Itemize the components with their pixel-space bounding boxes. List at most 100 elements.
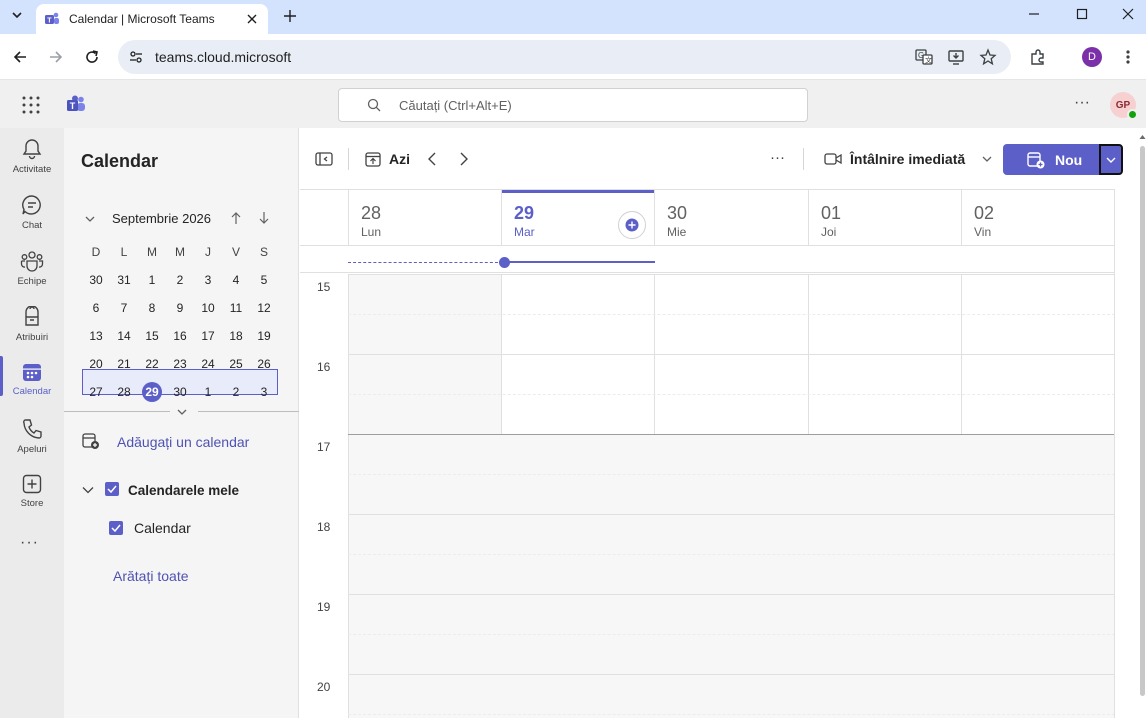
search-box[interactable]: Căutați (Ctrl+Alt+E)	[338, 88, 808, 122]
browser-profile-avatar[interactable]: D	[1082, 47, 1102, 67]
rail-item-assignments[interactable]: Atribuiri	[0, 296, 64, 352]
video-camera-icon[interactable]	[824, 150, 842, 168]
my-calendars-label[interactable]: Calendarele mele	[128, 483, 239, 498]
mini-calendar-day[interactable]: 1	[138, 266, 166, 294]
new-meeting-button[interactable]: Nou	[1003, 144, 1099, 175]
mini-calendar-day[interactable]: 7	[110, 294, 138, 322]
more-apps-icon[interactable]: ···	[20, 534, 39, 552]
next-week-chevron-icon[interactable]	[455, 150, 473, 168]
tab-search-chevron-icon[interactable]	[6, 4, 28, 26]
forward-icon[interactable]	[44, 45, 68, 69]
add-event-button[interactable]	[618, 211, 646, 239]
mini-calendar-day[interactable]: 10	[194, 294, 222, 322]
collapse-mini-calendar-chevron-icon[interactable]	[84, 213, 96, 225]
add-calendar-link[interactable]: Adăugați un calendar	[117, 434, 249, 450]
new-meeting-dropdown[interactable]	[1099, 144, 1123, 175]
mini-calendar-day[interactable]: 1	[194, 378, 222, 406]
settings-more-icon[interactable]: ···	[1072, 94, 1092, 114]
mini-calendar-day[interactable]: 17	[194, 322, 222, 350]
rail-item-activity[interactable]: Activitate	[0, 128, 64, 184]
mini-calendar-day[interactable]: 20	[82, 350, 110, 378]
mini-calendar-day[interactable]: 25	[222, 350, 250, 378]
rail-item-teams[interactable]: Echipe	[0, 240, 64, 296]
calendar-item-label[interactable]: Calendar	[134, 520, 191, 536]
extensions-icon[interactable]	[1026, 45, 1050, 69]
calendar-checkbox[interactable]	[109, 521, 123, 535]
site-settings-icon[interactable]	[128, 49, 144, 65]
translate-icon[interactable]: G文	[912, 45, 936, 69]
mini-calendar-day-today[interactable]: 29	[138, 378, 166, 406]
day-header[interactable]: 01 Joi	[808, 190, 961, 245]
mini-calendar-month[interactable]: Septembrie 2026	[112, 211, 211, 226]
today-button[interactable]: Azi	[389, 151, 410, 167]
more-options-icon[interactable]: ···	[770, 149, 785, 166]
mini-calendar-day[interactable]: 26	[250, 350, 278, 378]
mini-calendar-day[interactable]: 22	[138, 350, 166, 378]
mini-calendar-day[interactable]: 28	[110, 378, 138, 406]
toggle-sidebar-icon[interactable]	[315, 150, 333, 168]
mini-calendar-day[interactable]: 18	[222, 322, 250, 350]
back-icon[interactable]	[8, 45, 32, 69]
mini-calendar-day[interactable]: 5	[250, 266, 278, 294]
mini-calendar-day[interactable]: 31	[110, 266, 138, 294]
calendar-scrollbar[interactable]	[1139, 134, 1146, 696]
mini-calendar-day[interactable]: 3	[250, 378, 278, 406]
mini-calendar-day[interactable]: 24	[194, 350, 222, 378]
next-month-arrow-icon[interactable]	[258, 211, 270, 225]
mini-calendar-day[interactable]: 8	[138, 294, 166, 322]
mini-calendar-day[interactable]: 9	[166, 294, 194, 322]
rail-item-chat[interactable]: Chat	[0, 184, 64, 240]
day-header[interactable]: 28 Lun	[348, 190, 501, 245]
mini-calendar-day[interactable]: 19	[250, 322, 278, 350]
close-tab-icon[interactable]	[244, 11, 260, 27]
minimize-icon[interactable]	[1022, 4, 1046, 24]
my-calendars-checkbox[interactable]	[105, 482, 119, 496]
day-header[interactable]: 30 Mie	[654, 190, 808, 245]
mini-calendar-day[interactable]: 21	[110, 350, 138, 378]
mini-calendar-day[interactable]: 23	[166, 350, 194, 378]
scroll-up-icon[interactable]	[1139, 134, 1146, 140]
user-avatar[interactable]: GP	[1110, 92, 1138, 120]
reload-icon[interactable]	[80, 45, 104, 69]
mini-calendar-day[interactable]: 15	[138, 322, 166, 350]
mini-calendar-day[interactable]: 30	[82, 266, 110, 294]
browser-tab[interactable]: T Calendar | Microsoft Teams	[36, 4, 268, 34]
bookmark-star-icon[interactable]	[976, 45, 1000, 69]
day-header[interactable]: 02 Vin	[961, 190, 1114, 245]
previous-week-chevron-icon[interactable]	[423, 150, 441, 168]
mini-calendar-day[interactable]: 2	[166, 266, 194, 294]
scrollbar-thumb[interactable]	[1140, 146, 1145, 696]
mini-calendar-day[interactable]: 13	[82, 322, 110, 350]
meet-now-button[interactable]: Întâlnire imediată	[850, 151, 965, 167]
install-app-icon[interactable]	[944, 45, 968, 69]
mini-calendar-day[interactable]: 14	[110, 322, 138, 350]
meet-now-chevron-icon[interactable]	[978, 150, 996, 168]
address-bar[interactable]: teams.cloud.microsoft	[118, 40, 1011, 74]
new-tab-icon[interactable]	[280, 6, 300, 26]
mini-calendar-day[interactable]: 6	[82, 294, 110, 322]
mini-calendar-day[interactable]: 12	[250, 294, 278, 322]
mini-calendar-day[interactable]: 16	[166, 322, 194, 350]
today-calendar-icon[interactable]	[364, 150, 382, 168]
collapse-group-chevron-icon[interactable]	[81, 483, 95, 497]
rail-item-calendar[interactable]: Calendar	[0, 352, 64, 408]
expand-calendar-chevron-icon[interactable]	[176, 406, 188, 418]
mini-calendar-day[interactable]: 27	[82, 378, 110, 406]
mini-calendar-day[interactable]: 3	[194, 266, 222, 294]
rail-item-calls[interactable]: Apeluri	[0, 408, 64, 464]
close-window-icon[interactable]	[1116, 4, 1140, 24]
rail-item-store[interactable]: Store	[0, 464, 64, 520]
mini-calendar-day[interactable]: 2	[222, 378, 250, 406]
mini-calendar-day[interactable]: 4	[222, 266, 250, 294]
mini-calendar-day[interactable]: 11	[222, 294, 250, 322]
browser-menu-icon[interactable]	[1116, 45, 1140, 69]
show-all-link[interactable]: Arătați toate	[113, 568, 189, 584]
app-launcher-icon[interactable]	[22, 96, 40, 114]
add-calendar-icon[interactable]	[82, 432, 100, 450]
all-day-row[interactable]	[300, 245, 1115, 273]
mini-calendar-day[interactable]: 30	[166, 378, 194, 406]
maximize-icon[interactable]	[1070, 4, 1094, 24]
checkmark-icon	[107, 485, 117, 493]
today-indicator-bar	[502, 190, 654, 193]
previous-month-arrow-icon[interactable]	[230, 211, 242, 225]
